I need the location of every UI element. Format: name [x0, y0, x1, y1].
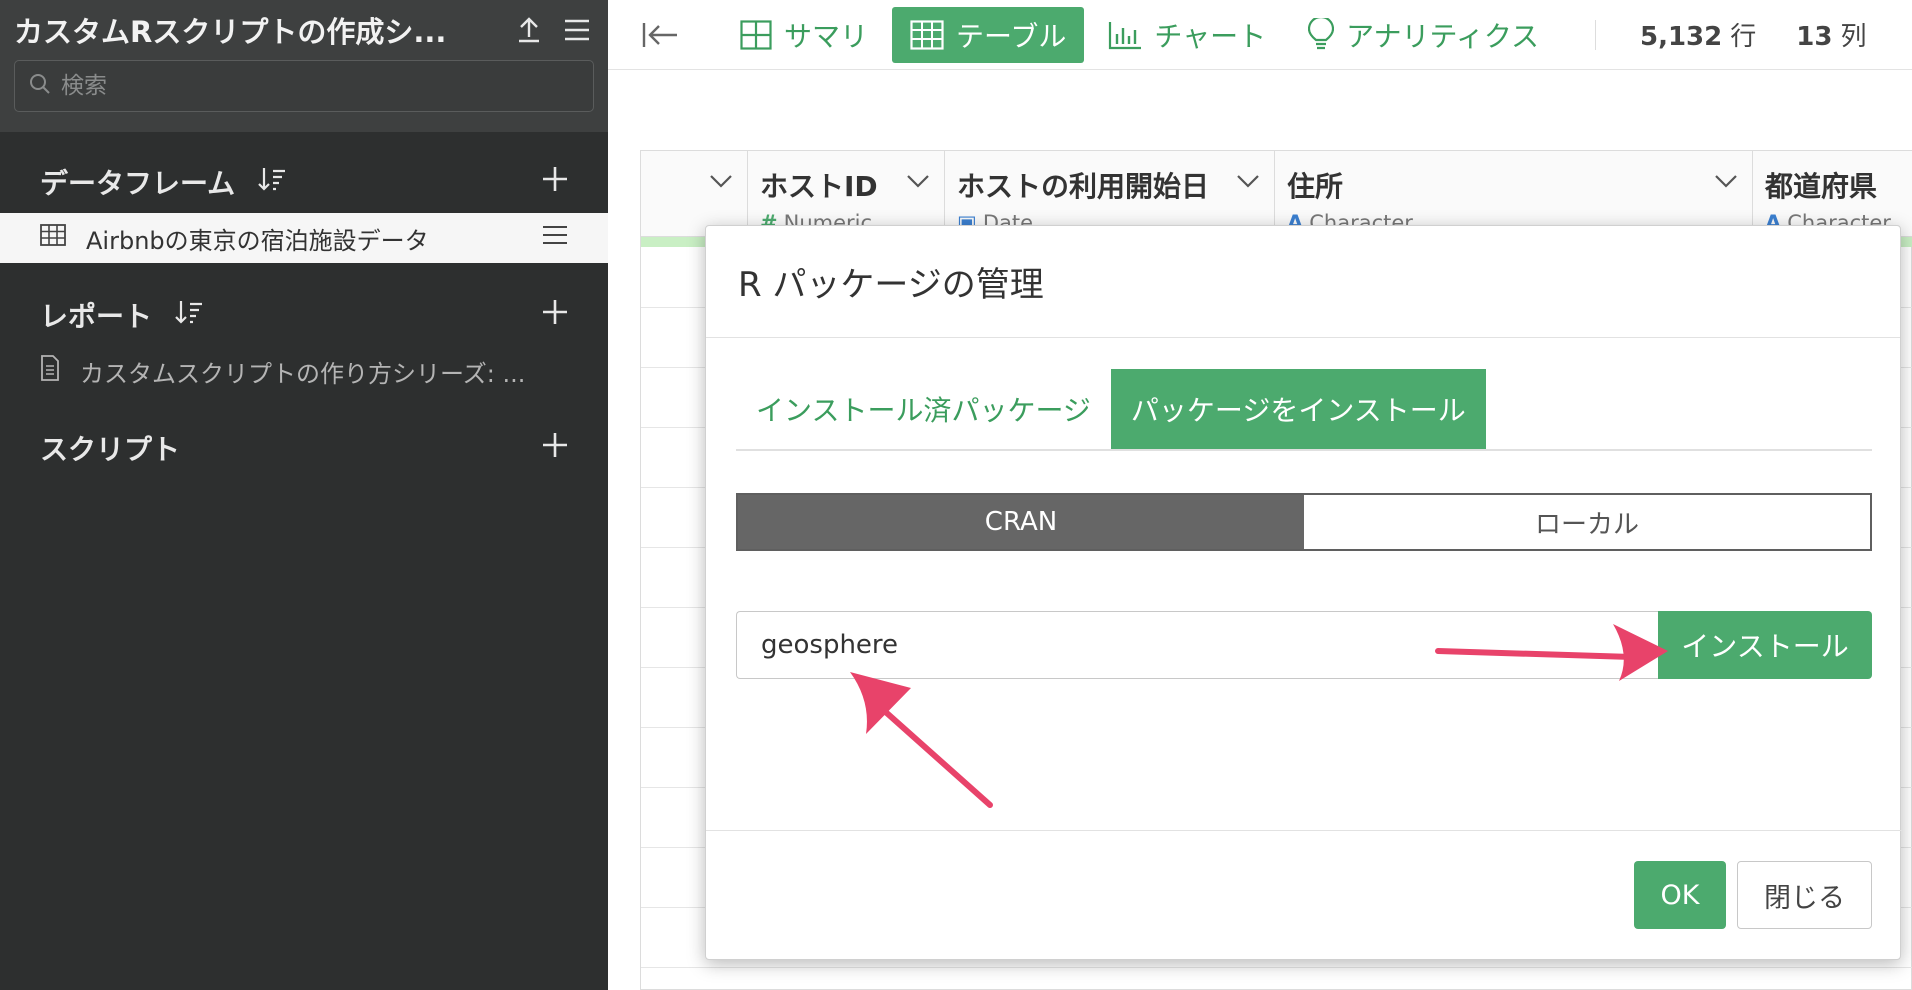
chevron-down-icon[interactable] — [709, 173, 733, 192]
add-report-icon[interactable] — [542, 299, 568, 332]
section-scripts-label: スクリプト — [40, 433, 181, 466]
source-local-option[interactable]: ローカル — [1304, 495, 1870, 549]
row-count: 5,132 行 — [1640, 16, 1756, 53]
search-box[interactable] — [14, 60, 594, 112]
dataframe-item-label: Airbnbの東京の宿泊施設データ — [86, 226, 429, 255]
tab-summary[interactable]: サマリ — [722, 7, 886, 63]
chevron-down-icon[interactable] — [906, 173, 930, 192]
package-manager-dialog: R パッケージの管理 インストール済パッケージ パッケージをインストール CRA… — [705, 225, 1902, 960]
tab-chart-label: チャート — [1154, 19, 1267, 53]
upload-icon[interactable] — [512, 13, 546, 47]
row-count-unit: 行 — [1730, 22, 1757, 52]
chevron-down-icon[interactable] — [1714, 173, 1738, 192]
add-script-icon[interactable] — [542, 432, 568, 465]
report-item-label: カスタムスクリプトの作り方シリーズ: ... — [80, 359, 526, 388]
install-form: インストール — [736, 611, 1872, 679]
source-selector: CRAN ローカル — [736, 493, 1872, 551]
table-icon — [40, 224, 66, 252]
table-icon — [910, 19, 944, 50]
tab-summary-label: サマリ — [784, 19, 869, 53]
sort-icon[interactable] — [174, 298, 204, 333]
source-cran-option[interactable]: CRAN — [738, 495, 1304, 549]
tab-install-package[interactable]: パッケージをインストール — [1110, 369, 1486, 449]
dataframe-menu-icon[interactable] — [542, 224, 568, 252]
column-name: 都道府県 — [1765, 170, 1878, 203]
chevron-down-icon[interactable] — [1236, 173, 1260, 192]
dataframe-item[interactable]: Airbnbの東京の宿泊施設データ — [0, 213, 608, 263]
column-count-value: 13 — [1796, 22, 1833, 52]
report-item[interactable]: カスタムスクリプトの作り方シリーズ: ... — [0, 348, 608, 394]
tab-analytics-label: アナリティクス — [1346, 19, 1539, 53]
search-input[interactable] — [61, 73, 561, 99]
ok-button[interactable]: OK — [1634, 861, 1726, 929]
lightbulb-icon — [1308, 17, 1335, 49]
row-divider — [641, 967, 1912, 968]
tab-installed-packages[interactable]: インストール済パッケージ — [736, 369, 1111, 449]
project-title[interactable]: カスタムRスクリプトの作成シ... — [14, 9, 498, 51]
section-dataframes-label: データフレーム — [40, 167, 236, 200]
document-icon — [40, 355, 60, 387]
tab-table[interactable]: テーブル — [892, 6, 1085, 63]
sidebar-header: カスタムRスクリプトの作成シ... — [0, 0, 608, 132]
section-scripts: スクリプト — [0, 420, 608, 476]
menu-icon[interactable] — [560, 13, 594, 47]
sidebar: カスタムRスクリプトの作成シ... データフレーム Airbnbの東京の宿 — [0, 0, 608, 990]
tab-chart[interactable]: チャート — [1090, 7, 1284, 63]
column-count-unit: 列 — [1840, 22, 1867, 52]
install-button[interactable]: インストール — [1658, 611, 1872, 679]
top-toolbar: サマリ テーブル チャート アナリティクス 5,132 行 13 列 — [608, 0, 1912, 70]
column-name: 住所 — [1287, 170, 1344, 203]
close-button[interactable]: 閉じる — [1737, 861, 1872, 929]
dialog-tabs: インストール済パッケージ パッケージをインストール — [736, 369, 1872, 451]
package-name-input[interactable] — [736, 611, 1658, 679]
column-count: 13 列 — [1796, 16, 1866, 53]
sort-icon[interactable] — [257, 165, 287, 200]
section-dataframes: データフレーム — [0, 154, 608, 210]
summary-icon — [740, 19, 772, 50]
tab-analytics[interactable]: アナリティクス — [1290, 7, 1557, 63]
dialog-title: R パッケージの管理 — [706, 226, 1900, 338]
toolbar-divider — [1595, 19, 1596, 50]
dialog-footer-divider — [706, 830, 1902, 831]
column-name: ホストの利用開始日 — [957, 170, 1210, 203]
collapse-sidebar-icon[interactable] — [638, 13, 682, 57]
add-dataframe-icon[interactable] — [542, 166, 568, 199]
row-count-value: 5,132 — [1640, 22, 1723, 52]
section-reports-label: レポート — [40, 300, 153, 333]
search-icon — [29, 73, 51, 99]
section-reports: レポート — [0, 287, 608, 343]
bar-chart-icon — [1109, 21, 1142, 49]
tab-table-label: テーブル — [956, 19, 1067, 53]
